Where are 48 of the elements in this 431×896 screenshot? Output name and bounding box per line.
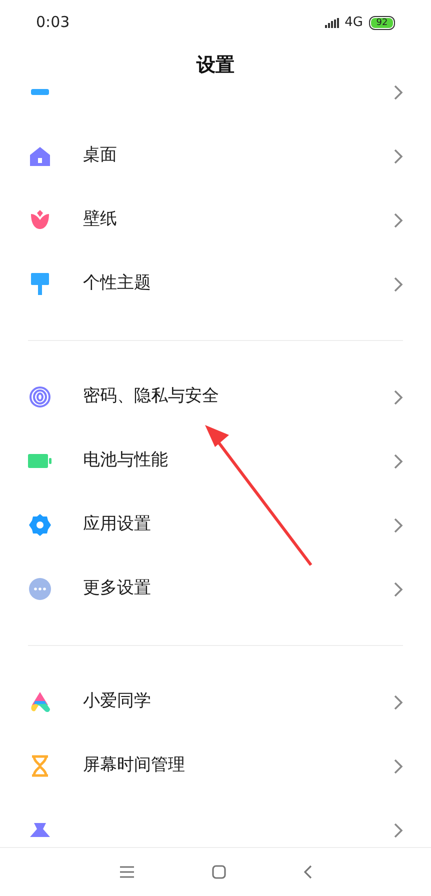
chevron-right-icon (394, 148, 403, 164)
more-icon (29, 578, 51, 600)
chevron-right-icon (394, 454, 403, 468)
home-square-icon[interactable] (212, 865, 226, 879)
settings-item[interactable]: 密码、隐私与安全 (0, 365, 431, 429)
item-label: 应用设置 (83, 513, 152, 536)
signal-icon (324, 18, 341, 28)
settings-item[interactable]: 应用设置 (0, 493, 431, 557)
back-icon[interactable] (304, 865, 312, 879)
chevron-right-icon (394, 212, 403, 228)
tulip-icon (30, 210, 50, 230)
status-time: 0:03 (36, 12, 70, 34)
house-icon (30, 146, 50, 166)
settings-icon (29, 514, 51, 536)
item-label: 更多设置 (83, 577, 152, 600)
item-label: 电池与性能 (83, 449, 169, 472)
chevron-right-icon (394, 390, 403, 404)
chevron-right-icon (394, 276, 403, 292)
settings-item[interactable]: 壁纸 (0, 188, 431, 252)
settings-item[interactable]: 小爱同学 (0, 670, 431, 734)
assistant-logo-icon (29, 691, 51, 713)
list-icon (31, 89, 49, 95)
menu-icon[interactable] (120, 866, 134, 878)
chevron-right-icon (394, 758, 403, 774)
item-label: 密码、隐私与安全 (83, 385, 220, 408)
item-label: 桌面 (83, 144, 118, 168)
settings-item[interactable]: 个性主题 (0, 252, 431, 316)
item-label: 壁纸 (83, 208, 118, 232)
network-type: 4G (344, 14, 363, 32)
chevron-right-icon (394, 518, 403, 532)
item-label: 小爱同学 (83, 690, 152, 714)
page-title: 设置 (196, 52, 234, 78)
chevron-right-icon (394, 822, 403, 838)
stand-icon (30, 823, 50, 837)
settings-item[interactable]: 屏幕时间管理 (0, 734, 431, 798)
chevron-right-icon (394, 694, 403, 710)
hourglass-icon (31, 755, 49, 777)
fingerprint-icon (29, 386, 51, 408)
settings-item[interactable]: 电池与性能 (0, 429, 431, 493)
paint-brush-icon (30, 273, 50, 295)
settings-item[interactable]: 桌面 (0, 124, 431, 188)
settings-item[interactable]: 更多设置 (0, 557, 431, 621)
battery-indicator: 92 (369, 16, 395, 30)
battery-icon (28, 454, 52, 468)
item-label: 个性主题 (83, 272, 152, 296)
item-label: 屏幕时间管理 (83, 754, 186, 778)
chevron-right-icon (394, 85, 403, 100)
chevron-right-icon (394, 582, 403, 596)
